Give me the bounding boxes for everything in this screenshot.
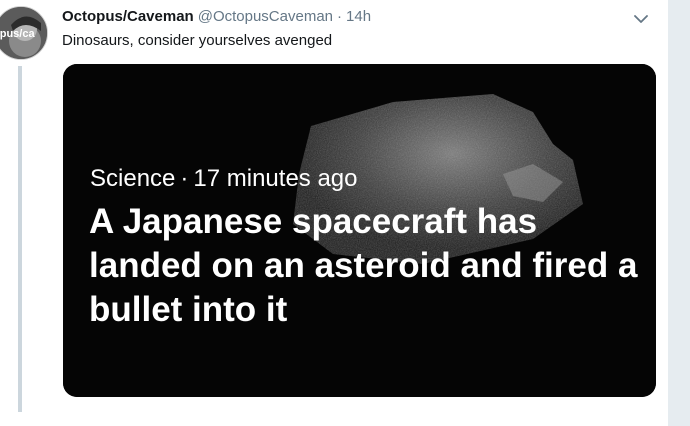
card-meta: Science · 17 minutes ago xyxy=(90,164,358,194)
thread-line xyxy=(18,66,22,412)
tweet-timestamp[interactable]: 14h xyxy=(346,6,371,28)
header-separator: · xyxy=(337,8,343,25)
avatar-text: opus/ca xyxy=(0,28,35,40)
link-card[interactable]: Science · 17 minutes ago A Japanese spacec… xyxy=(63,64,656,397)
tweet-text: Dinosaurs, consider yourselves avenged xyxy=(62,32,333,49)
chevron-down-icon xyxy=(634,14,648,23)
tweet-header: Octopus/Caveman @OctopusCaveman · 14h xyxy=(62,6,371,28)
card-meta-separator: · xyxy=(180,165,189,192)
card-category: Science xyxy=(90,165,176,192)
author-handle[interactable]: @OctopusCaveman xyxy=(198,6,333,28)
card-age: 17 minutes ago xyxy=(193,165,358,192)
scrollbar-track[interactable] xyxy=(668,0,690,426)
avatar-image: opus/ca xyxy=(0,7,47,59)
avatar[interactable]: opus/ca xyxy=(0,6,48,60)
tweet-menu-button[interactable] xyxy=(631,9,651,29)
card-headline: A Japanese spacecraft has landed on an a… xyxy=(89,202,638,329)
author-display-name[interactable]: Octopus/Caveman xyxy=(62,6,194,28)
